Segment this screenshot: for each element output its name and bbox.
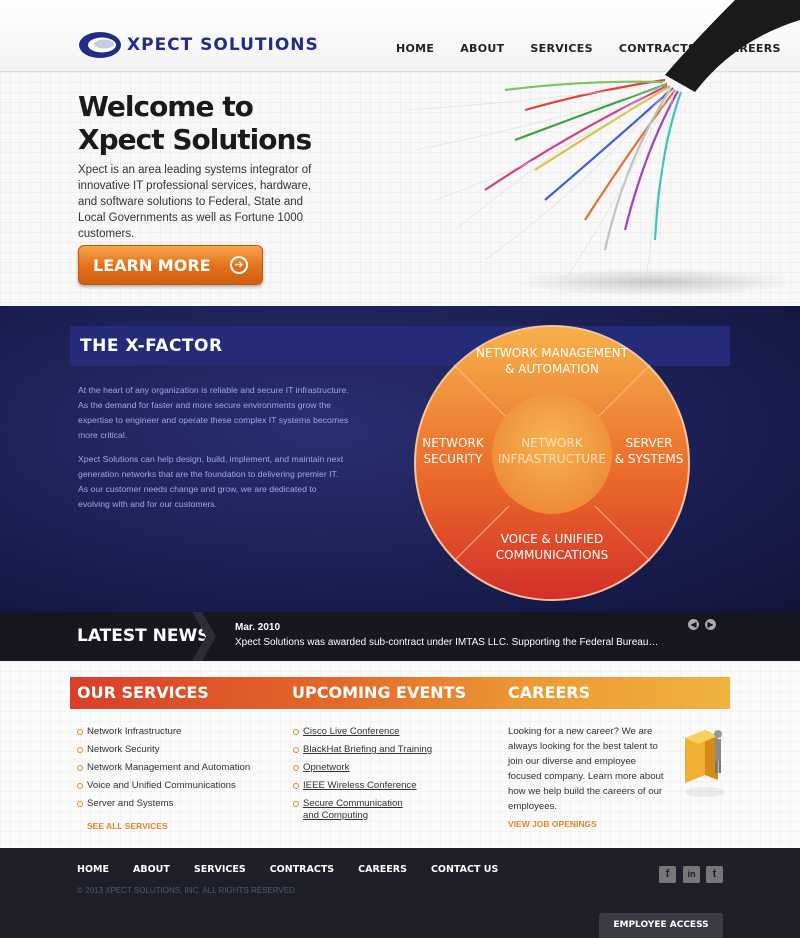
hero-title-line2: Xpect Solutions [78, 123, 312, 156]
arrow-right-icon[interactable]: ▶ [705, 619, 716, 630]
copyright-text: © 2013 XPECT SOLUTIONS, INC. ALL RIGHTS … [77, 886, 298, 895]
circle-label-center-1: NETWORK [521, 436, 584, 450]
xfactor-paragraph-2: Xpect Solutions can help design, build, … [78, 454, 344, 509]
circle-label-center-2: INFRASTRUCTURE [498, 452, 606, 466]
circle-label-top-2: & AUTOMATION [505, 362, 599, 376]
circle-label-left-2: SECURITY [424, 452, 484, 466]
services-list-item[interactable]: Network Infrastructure [77, 726, 277, 738]
services-list-item[interactable]: Server and Systems [77, 798, 277, 810]
news-date: Mar. 2010 [235, 622, 281, 633]
careers-heading: CAREERS [508, 683, 591, 702]
footer-nav-about[interactable]: ABOUT [133, 864, 170, 875]
chevron-right-icon [192, 612, 216, 661]
linkedin-icon[interactable]: in [683, 866, 700, 883]
news-title: LATEST NEWS [77, 626, 210, 646]
footer-nav: HOME ABOUT SERVICES CONTRACTS CAREERS CO… [77, 864, 522, 875]
circle-label-right-2: & SYSTEMS [615, 452, 684, 466]
circle-label-bottom-2: COMMUNICATIONS [496, 548, 608, 562]
twitter-icon[interactable]: t [706, 866, 723, 883]
event-link[interactable]: BlackHat Briefing and Training [293, 744, 453, 756]
footer-nav-contracts[interactable]: CONTRACTS [270, 864, 334, 875]
hero-title-line1: Welcome to [78, 90, 254, 123]
learn-more-button[interactable]: LEARN MORE ➜ [78, 245, 263, 285]
hero-description: Xpect is an area leading systems integra… [78, 164, 312, 240]
footer-nav-careers[interactable]: CAREERS [358, 864, 407, 875]
event-link[interactable]: Cisco Live Conference [293, 726, 453, 738]
footer-nav-services[interactable]: SERVICES [194, 864, 246, 875]
services-heading: OUR SERVICES [77, 683, 209, 702]
career-cube-icon [685, 730, 725, 797]
arrow-circle-right-icon: ➜ [230, 256, 248, 274]
logo-icon[interactable] [78, 30, 122, 60]
circle-label-right-1: SERVER [625, 436, 672, 450]
events-list: Cisco Live Conference BlackHat Briefing … [293, 726, 453, 828]
circle-label-top-1: NETWORK MANAGEMENT [476, 346, 629, 360]
services-list-item[interactable]: Network Security [77, 744, 277, 756]
xfactor-title: THE X-FACTOR [80, 336, 223, 356]
events-heading: UPCOMING EVENTS [292, 683, 467, 702]
fiber-cable-image [404, 0, 800, 296]
footer-nav-contact[interactable]: CONTACT US [431, 864, 498, 875]
hero-title: Welcome to Xpect Solutions [78, 90, 378, 156]
event-link[interactable]: Secure Communication and Computing [293, 798, 413, 822]
learn-more-label: LEARN MORE [93, 256, 211, 275]
facebook-icon[interactable]: f [659, 866, 676, 883]
see-all-services-link[interactable]: SEE ALL SERVICES [87, 821, 168, 831]
news-headline[interactable]: Xpect Solutions was awarded sub-contract… [235, 637, 658, 648]
circle-label-left-1: NETWORK [422, 436, 485, 450]
services-list: Network Infrastructure Network Security … [77, 726, 277, 816]
services-circle-diagram: NETWORK MANAGEMENT & AUTOMATION NETWORK … [414, 325, 690, 601]
logo-text[interactable]: XPECT SOLUTIONS [127, 35, 319, 55]
employee-access-button[interactable]: EMPLOYEE ACCESS [599, 913, 723, 938]
footer-nav-home[interactable]: HOME [77, 864, 109, 875]
event-link[interactable]: Opnetwork [293, 762, 453, 774]
view-job-openings-link[interactable]: VIEW JOB OPENINGS [508, 819, 597, 829]
event-link[interactable]: IEEE Wireless Conference [293, 780, 453, 792]
services-list-item[interactable]: Network Management and Automation [77, 762, 277, 774]
xfactor-paragraph-1: At the heart of any organization is reli… [78, 385, 349, 440]
circle-label-bottom-1: VOICE & UNIFIED [501, 532, 604, 546]
careers-description: Looking for a new career? We are always … [508, 726, 664, 812]
arrow-left-icon[interactable]: ◀ [688, 619, 699, 630]
services-list-item[interactable]: Voice and Unified Communications [77, 780, 277, 792]
